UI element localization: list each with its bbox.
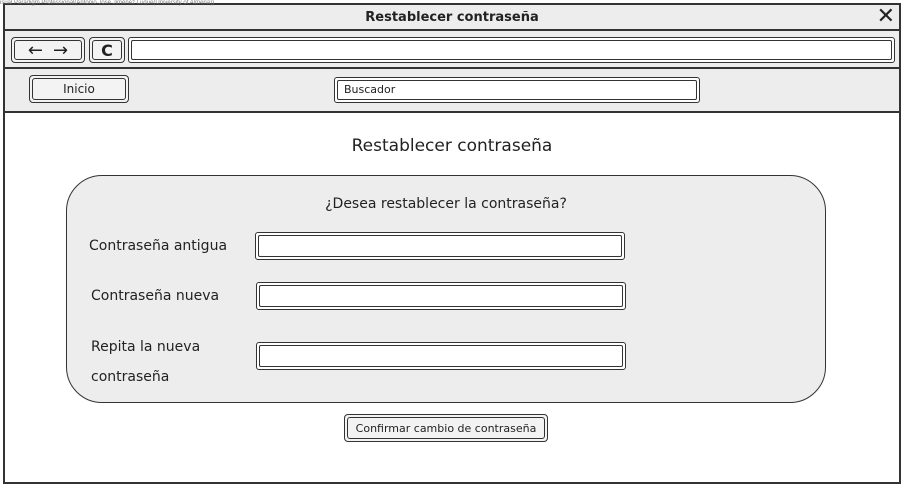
repeat-password-label-line2: contraseña [91, 369, 170, 385]
home-button[interactable]: Inicio [29, 75, 129, 103]
search-input-text: Buscador [337, 80, 697, 100]
window-title: Restablecer contraseña [365, 10, 539, 25]
reload-icon: C [101, 40, 113, 60]
address-input[interactable] [131, 40, 892, 60]
reset-question: ¿Desea restablecer la contraseña? [325, 196, 567, 212]
repeat-password-field[interactable] [256, 342, 626, 370]
search-input[interactable]: Buscador [334, 77, 700, 103]
watermark-text: isual Paradigm Professional(Antonio José… [0, 0, 215, 6]
confirm-change-label: Confirmar cambio de contraseña [347, 417, 545, 439]
forward-arrow-icon[interactable]: → [53, 40, 68, 61]
page-title: Restablecer contraseña [351, 136, 553, 156]
old-password-field[interactable] [255, 232, 625, 260]
old-password-label: Contraseña antigua [89, 238, 228, 254]
home-button-label: Inicio [32, 78, 126, 100]
new-password-label: Contraseña nueva [91, 288, 220, 304]
close-icon[interactable]: ✕ [877, 5, 895, 29]
new-password-field[interactable] [256, 282, 626, 310]
navigation-bar: ← → C [5, 31, 899, 69]
back-forward-group: ← → [11, 37, 85, 63]
confirm-change-button[interactable]: Confirmar cambio de contraseña [344, 414, 548, 442]
reset-password-panel: ¿Desea restablecer la contraseña? Contra… [66, 175, 826, 403]
reload-button[interactable]: C [89, 37, 125, 63]
site-toolbar: Inicio Buscador [5, 69, 899, 113]
repeat-password-label-line1: Repita la nueva [91, 339, 201, 355]
back-arrow-icon[interactable]: ← [28, 40, 43, 61]
title-bar: Restablecer contraseña ✕ [5, 5, 899, 31]
address-bar[interactable] [128, 37, 895, 63]
